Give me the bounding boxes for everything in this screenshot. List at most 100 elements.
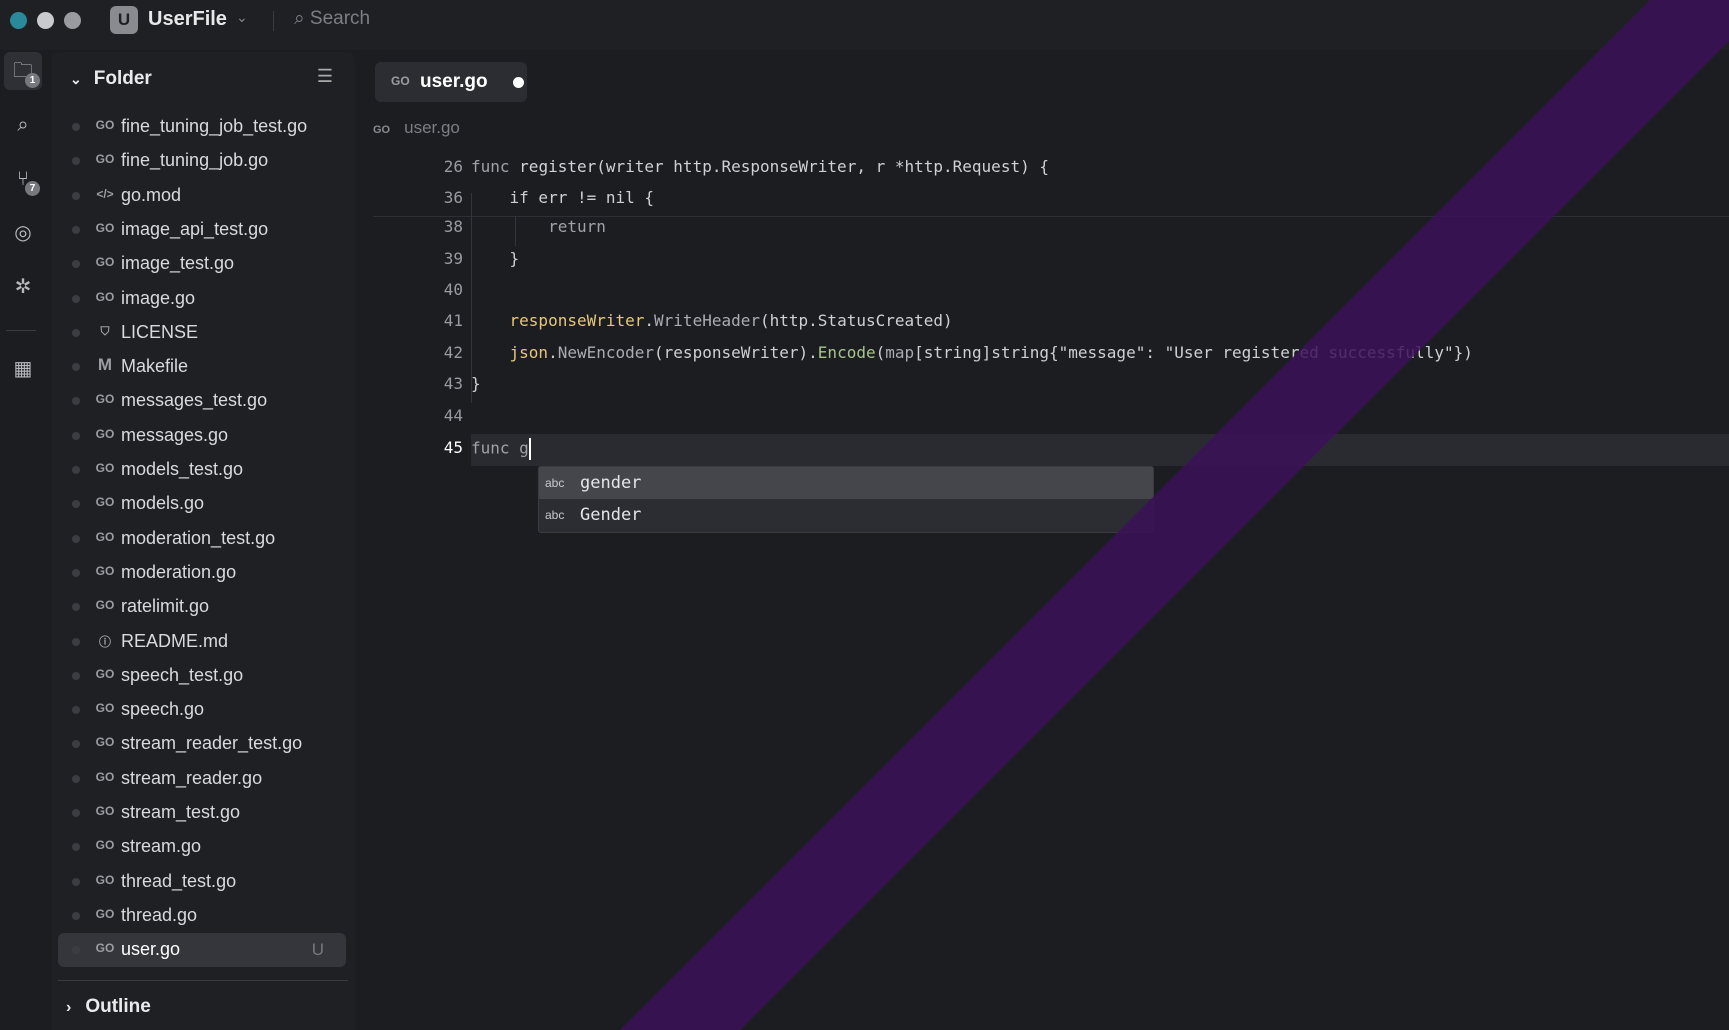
close-window-button[interactable] [10, 12, 27, 29]
unsaved-dot-icon[interactable] [513, 77, 524, 88]
search-icon: ⌕ [294, 8, 305, 29]
debug-bug-icon[interactable]: ✲ [4, 268, 42, 306]
code-token: . [644, 311, 655, 330]
file-item[interactable]: GO stream.go [58, 830, 346, 864]
file-item[interactable]: GO messages_test.go [58, 384, 346, 418]
file-item[interactable]: GO stream_test.go [58, 796, 346, 830]
file-item[interactable]: GO stream_reader.go [58, 762, 346, 796]
file-item[interactable]: GO image_api_test.go [58, 213, 346, 247]
file-item[interactable]: GO user.go U [58, 933, 346, 968]
zoom-window-button[interactable] [64, 12, 81, 29]
status-dot [72, 191, 80, 200]
tab-user-go[interactable]: GO user.go [375, 62, 527, 102]
go-file-icon: GO [95, 666, 115, 681]
code-line[interactable]: func g [471, 438, 531, 460]
go-file-icon: GO [95, 495, 115, 510]
file-item[interactable]: GO image.go [58, 282, 346, 316]
file-item[interactable]: ⓘ README.md [58, 625, 346, 659]
explorer-icon[interactable]: 🗀 1 [4, 52, 42, 90]
file-item[interactable]: </> go.mod [58, 179, 346, 213]
preview-eye-icon[interactable]: ◎ [4, 214, 42, 252]
code-line[interactable]: } [471, 374, 481, 393]
file-item[interactable]: GO models.go [58, 487, 346, 521]
text-cursor [528, 438, 531, 460]
file-name: stream.go [121, 836, 202, 857]
project-avatar[interactable]: U [110, 6, 138, 34]
code-line[interactable]: func register(writer http.ResponseWriter… [471, 157, 1049, 176]
file-item[interactable]: GO thread_test.go [58, 865, 346, 899]
file-name: go.mod [121, 184, 182, 205]
status-dot [72, 397, 80, 406]
code-line[interactable]: json.NewEncoder(responseWriter).Encode(m… [471, 343, 1473, 362]
file-item[interactable]: M Makefile [58, 350, 346, 384]
file-name: README.md [121, 630, 229, 651]
extensions-grid-icon[interactable]: ▦ [4, 350, 42, 388]
go-file-icon: GO [95, 906, 115, 921]
file-item[interactable]: ⛉ LICENSE [58, 316, 346, 350]
line-number: 44 [443, 406, 463, 425]
source-control-icon[interactable]: ⑂ 7 [4, 160, 42, 198]
file-item[interactable]: GO ratelimit.go [58, 590, 346, 624]
chevron-right-icon: › [66, 999, 72, 1016]
file-name: messages_test.go [121, 390, 268, 411]
tab-label: user.go [420, 71, 488, 92]
file-name: stream_reader_test.go [121, 733, 303, 754]
search-icon[interactable]: ⌕ [4, 106, 42, 144]
file-item[interactable]: GO fine_tuning_job_test.go [58, 110, 346, 144]
file-name: speech_test.go [121, 664, 244, 685]
autocomplete-item[interactable]: abc Gender [539, 499, 1153, 531]
go-file-icon: GO [95, 598, 115, 613]
outline-section[interactable]: › Outline [66, 996, 151, 1018]
go-file-icon: GO [95, 426, 115, 441]
suggestion-label: gender [580, 473, 642, 493]
file-item[interactable]: GO fine_tuning_job.go [58, 144, 346, 178]
autocomplete-item[interactable]: abc gender [539, 467, 1153, 499]
status-dot [72, 911, 80, 920]
go-file-icon: GO [95, 529, 115, 544]
search-placeholder: Search [309, 8, 371, 29]
file-item[interactable]: GO moderation_test.go [58, 522, 346, 556]
status-dot [72, 225, 80, 234]
file-explorer: ⌄ Folder ☰ GO fine_tuning_job_test.go GO fin… [52, 52, 355, 1030]
go-file-icon: GO [95, 804, 115, 818]
folder-header[interactable]: ⌄ Folder [70, 68, 152, 90]
line-number: 39 [443, 249, 463, 268]
go-file-icon: GO [95, 563, 115, 578]
file-item[interactable]: GO speech_test.go [58, 659, 346, 693]
code-line[interactable]: responseWriter.WriteHeader(http.StatusCr… [471, 311, 953, 330]
file-item[interactable]: GO thread.go [58, 899, 346, 933]
status-dot [72, 568, 80, 577]
text-kind-icon: abc [545, 508, 565, 522]
file-name: fine_tuning_job_test.go [121, 116, 308, 136]
autocomplete-popup: abc gender abc Gender [538, 466, 1154, 533]
file-item[interactable]: GO messages.go [58, 419, 346, 453]
title-bar: U UserFile ⌄ ⌕ Search [0, 0, 1729, 50]
project-name[interactable]: UserFile [148, 8, 227, 31]
code-token: map [885, 343, 915, 362]
search-input[interactable]: ⌕ Search [294, 8, 370, 30]
chevron-down-icon[interactable]: ⌄ [236, 9, 248, 26]
code-line[interactable]: if err != nil { [471, 188, 655, 207]
breadcrumb[interactable]: GO user.go [373, 118, 460, 138]
code-line[interactable]: } [471, 249, 520, 268]
minimize-window-button[interactable] [37, 12, 54, 29]
code-token: register [519, 157, 597, 176]
status-dot [72, 534, 80, 543]
line-number: 42 [443, 343, 463, 362]
divider [273, 11, 274, 31]
filter-settings-icon[interactable]: ☰ [317, 66, 333, 87]
go-file-icon: GO [95, 461, 115, 475]
divider [6, 330, 36, 331]
code-line[interactable]: return [471, 217, 606, 236]
file-item[interactable]: GO moderation.go [58, 556, 346, 590]
status-dot [72, 431, 80, 440]
status-dot [72, 809, 80, 817]
file-item[interactable]: GO image_test.go [58, 247, 346, 281]
code-token: func [471, 157, 520, 176]
file-item[interactable]: GO models_test.go [58, 453, 346, 487]
file-name: models_test.go [121, 459, 244, 479]
file-item[interactable]: GO stream_reader_test.go [58, 727, 346, 761]
code-token: Encode [817, 343, 876, 362]
file-item[interactable]: GO speech.go [58, 693, 346, 727]
file-name: LICENSE [121, 321, 199, 342]
